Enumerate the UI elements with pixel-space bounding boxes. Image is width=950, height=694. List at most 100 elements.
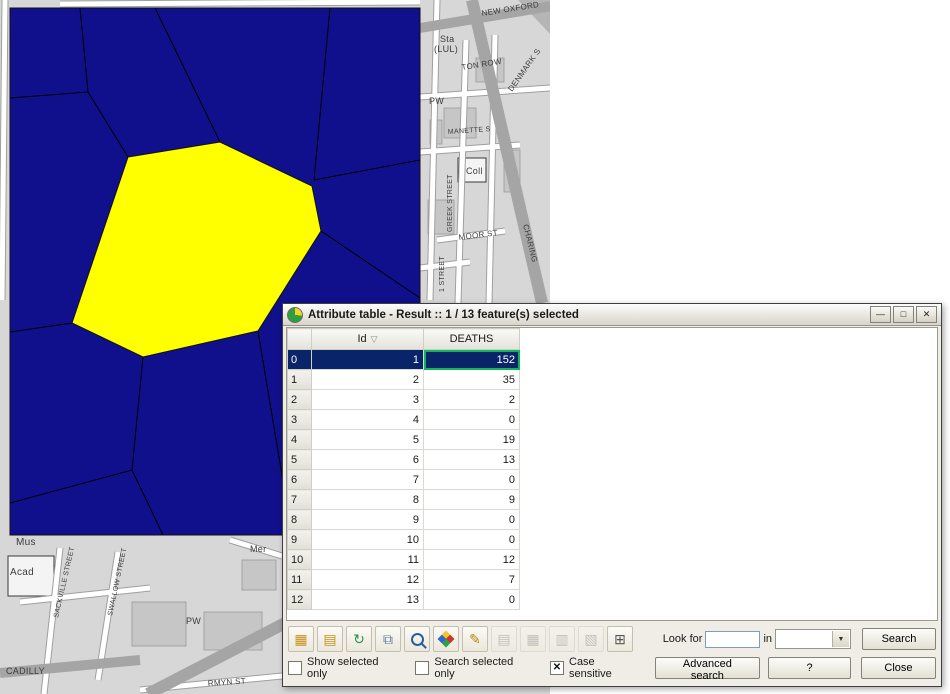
advanced-search-button[interactable]: Advanced search <box>655 657 760 679</box>
table-row: 890 <box>288 510 520 530</box>
toolbar-icons: ▦▤↻⧉✎▤▦▥▧⊞ <box>288 626 633 652</box>
copy-selected-rows-button[interactable]: ⧉ <box>375 626 401 652</box>
row-header[interactable]: 9 <box>288 530 312 550</box>
row-header[interactable]: 2 <box>288 390 312 410</box>
cell-id[interactable]: 7 <box>312 470 424 490</box>
row-header[interactable]: 1 <box>288 370 312 390</box>
map-label: Mus <box>16 537 36 548</box>
column-header-deaths[interactable]: DEATHS <box>424 329 520 350</box>
field-calculator-button[interactable]: ⊞ <box>607 626 633 652</box>
row-header[interactable]: 4 <box>288 430 312 450</box>
move-selection-to-top-button[interactable]: ▤ <box>317 626 343 652</box>
cell-deaths[interactable]: 0 <box>424 470 520 490</box>
zoom-to-selected-button[interactable] <box>404 626 430 652</box>
map-label: Coll <box>466 166 483 176</box>
cell-deaths[interactable]: 7 <box>424 570 520 590</box>
qgis-screen: NEW OXFORDSta(LUL)TON ROWPWDENMARK SMANE… <box>0 0 950 694</box>
show-selected-only-checkbox[interactable]: Show selected only <box>288 656 399 680</box>
checkbox-label: Case sensitive <box>569 656 639 680</box>
column-header-label: Id <box>357 333 366 345</box>
look-for-input[interactable] <box>705 631 760 648</box>
row-header[interactable]: 12 <box>288 590 312 610</box>
chevron-down-icon[interactable]: ▼ <box>832 631 849 647</box>
row-header[interactable]: 10 <box>288 550 312 570</box>
cell-deaths[interactable]: 0 <box>424 410 520 430</box>
table-row: 670 <box>288 470 520 490</box>
delete-selected-button: ▦ <box>520 626 546 652</box>
table-row: 340 <box>288 410 520 430</box>
dialog-footer: Show selected only Search selected only ✕ C… <box>288 655 936 681</box>
cell-id[interactable]: 4 <box>312 410 424 430</box>
cell-id[interactable]: 6 <box>312 450 424 470</box>
cell-id[interactable]: 9 <box>312 510 424 530</box>
field-dropdown[interactable]: ▼ <box>775 629 851 649</box>
cell-id[interactable]: 2 <box>312 370 424 390</box>
row-header[interactable]: 5 <box>288 450 312 470</box>
cell-deaths[interactable]: 0 <box>424 590 520 610</box>
cell-id[interactable]: 11 <box>312 550 424 570</box>
table-row: 4519 <box>288 430 520 450</box>
cell-id[interactable]: 10 <box>312 530 424 550</box>
table-row: 11127 <box>288 570 520 590</box>
close-button[interactable]: Close <box>861 657 936 679</box>
move-selection-to-top-icon: ▤ <box>323 632 336 646</box>
cell-id[interactable]: 5 <box>312 430 424 450</box>
search-button[interactable]: Search <box>862 628 936 650</box>
row-header[interactable]: 3 <box>288 410 312 430</box>
table-row: 789 <box>288 490 520 510</box>
cell-id[interactable]: 12 <box>312 570 424 590</box>
unselect-all-button[interactable]: ▦ <box>288 626 314 652</box>
table-row: 101112 <box>288 550 520 570</box>
pan-to-selected-button[interactable] <box>433 626 459 652</box>
cell-deaths[interactable]: 2 <box>424 390 520 410</box>
cell-id[interactable]: 3 <box>312 390 424 410</box>
cell-deaths[interactable]: 12 <box>424 550 520 570</box>
invert-selection-button[interactable]: ↻ <box>346 626 372 652</box>
row-header[interactable]: 11 <box>288 570 312 590</box>
row-header[interactable]: 7 <box>288 490 312 510</box>
checkbox-box[interactable] <box>288 661 302 675</box>
unselect-all-icon: ▦ <box>294 632 307 646</box>
cell-deaths[interactable]: 35 <box>424 370 520 390</box>
map-label: Sta <box>440 34 454 44</box>
dialog-toolbar: ▦▤↻⧉✎▤▦▥▧⊞ Look for in ▼ Search <box>288 624 936 654</box>
checkbox-box[interactable]: ✕ <box>550 661 564 675</box>
table-row: 9100 <box>288 530 520 550</box>
attribute-table[interactable]: Id▽DEATHS 011521235232340451956136707898… <box>286 327 938 621</box>
cell-deaths[interactable]: 13 <box>424 450 520 470</box>
map-label: CADILLY <box>6 666 45 676</box>
close-window-button[interactable]: ✕ <box>916 306 937 323</box>
table-corner[interactable] <box>288 329 312 350</box>
checkbox-box[interactable] <box>415 661 429 675</box>
pan-to-selected-icon <box>438 631 455 648</box>
window-controls: —□✕ <box>868 306 937 323</box>
map-label: PW <box>186 616 201 626</box>
toggle-editing-button[interactable]: ✎ <box>462 626 488 652</box>
row-header[interactable]: 0 <box>288 350 312 370</box>
field-calculator-icon: ⊞ <box>614 632 626 646</box>
cell-deaths[interactable]: 0 <box>424 510 520 530</box>
row-header[interactable]: 8 <box>288 510 312 530</box>
window-title: Attribute table - Result :: 1 / 13 featu… <box>308 309 863 321</box>
cell-deaths[interactable]: 19 <box>424 430 520 450</box>
column-header-id[interactable]: Id▽ <box>312 329 424 350</box>
cell-id[interactable]: 1 <box>312 350 424 370</box>
cell-deaths[interactable]: 0 <box>424 530 520 550</box>
help-button[interactable]: ? <box>768 657 851 679</box>
cell-id[interactable]: 13 <box>312 590 424 610</box>
map-label: Acad <box>10 567 34 578</box>
cell-deaths[interactable]: 9 <box>424 490 520 510</box>
titlebar[interactable]: Attribute table - Result :: 1 / 13 featu… <box>283 304 941 326</box>
cell-id[interactable]: 8 <box>312 490 424 510</box>
delete-column-button: ▧ <box>578 626 604 652</box>
column-header-label: DEATHS <box>450 333 494 345</box>
cell-deaths[interactable]: 152 <box>424 350 520 370</box>
row-header[interactable]: 6 <box>288 470 312 490</box>
map-label: GREEK STREET <box>447 174 454 232</box>
save-edits-button: ▤ <box>491 626 517 652</box>
minimize-button[interactable]: — <box>870 306 891 323</box>
zoom-to-selected-icon <box>411 633 424 646</box>
case-sensitive-checkbox[interactable]: ✕ Case sensitive <box>550 656 639 680</box>
maximize-button[interactable]: □ <box>893 306 914 323</box>
search-selected-only-checkbox[interactable]: Search selected only <box>415 656 534 680</box>
